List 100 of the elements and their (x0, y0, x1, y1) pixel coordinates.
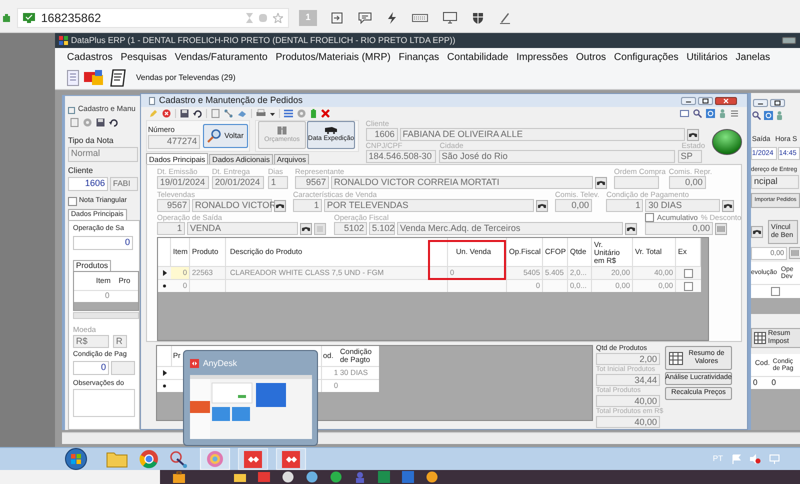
window-icon[interactable] (680, 109, 689, 118)
save-icon[interactable] (180, 109, 189, 118)
search-field[interactable] (0, 470, 160, 484)
address-field[interactable]: 168235862 (17, 8, 289, 28)
person-icon[interactable] (776, 110, 783, 120)
browser-icon[interactable] (138, 449, 160, 469)
refresh-icon[interactable] (706, 109, 715, 118)
switch-side-icon[interactable] (331, 12, 343, 24)
menu-icon[interactable] (730, 109, 739, 118)
minimize-button[interactable] (681, 96, 696, 104)
text-field[interactable]: 30 DIAS (645, 199, 720, 212)
menu-item[interactable]: Pesquisas (120, 50, 167, 65)
binoculars-icon[interactable] (751, 226, 763, 238)
circle-icon[interactable] (330, 471, 342, 483)
text-field[interactable]: 0,00 (555, 199, 592, 212)
text-field[interactable]: 184.546.508-30 (366, 150, 436, 163)
text-field[interactable]: 0 (73, 360, 109, 374)
menu-item[interactable]: Utilitários (686, 50, 728, 65)
close-button[interactable] (715, 96, 737, 104)
text-field[interactable]: R (113, 334, 127, 348)
colored-windows-icon[interactable] (84, 70, 104, 86)
folder-icon[interactable] (234, 472, 246, 482)
checkbox[interactable] (684, 282, 693, 290)
text-field[interactable]: VENDA (187, 222, 298, 235)
text-field[interactable]: 1 (157, 222, 185, 235)
document-icon[interactable] (70, 118, 79, 126)
maximize-button[interactable] (770, 98, 785, 106)
text-field[interactable]: ncipal (751, 174, 799, 188)
start-button[interactable] (64, 448, 88, 470)
text-field[interactable]: 34,44 (596, 374, 660, 386)
undo-icon[interactable] (109, 118, 118, 126)
text-field[interactable]: 9567 (295, 176, 329, 189)
text-field[interactable]: SP (678, 150, 702, 163)
people-icon[interactable] (354, 471, 366, 483)
text-field[interactable] (614, 176, 659, 189)
circle-icon[interactable] (306, 471, 318, 483)
text-field[interactable]: RONALDO VICTOR CORREIA MORTATI (331, 176, 593, 189)
close-icon[interactable] (321, 109, 330, 118)
pen-icon[interactable] (499, 12, 511, 24)
text-field[interactable]: 1606 (68, 177, 108, 191)
taskbar-button[interactable] (276, 448, 306, 470)
text-field[interactable]: 5.102 (369, 222, 395, 235)
minimize-button[interactable] (753, 98, 768, 106)
checkbox[interactable] (645, 213, 654, 222)
text-field[interactable]: Normal (68, 147, 138, 162)
binoculars-icon[interactable] (300, 222, 312, 234)
text-field[interactable]: 1 (268, 176, 288, 189)
text-field[interactable]: FABIANA DE OLIVEIRA ALLE (400, 128, 685, 141)
person-icon[interactable] (719, 109, 726, 118)
refresh-icon[interactable] (764, 110, 773, 120)
text-field[interactable]: FABI (110, 177, 138, 191)
text-field[interactable]: 477274 (148, 135, 200, 149)
menu-item[interactable]: Cadastros (67, 50, 113, 65)
plug-icon[interactable] (2, 14, 11, 22)
text-field[interactable]: 1 (293, 199, 322, 212)
menu-item[interactable]: Vendas/Faturamento (174, 50, 268, 65)
undo-icon[interactable] (193, 109, 202, 118)
text-field[interactable]: 0,00 (668, 176, 706, 189)
checkbox[interactable] (771, 286, 780, 296)
checkbox[interactable] (68, 196, 77, 206)
binoculars-icon[interactable] (274, 200, 286, 212)
checkbox[interactable] (684, 268, 693, 278)
text-field[interactable]: 2,00 (596, 353, 660, 365)
text-field[interactable]: POR TELEVENDAS (324, 199, 534, 212)
binoculars-icon[interactable] (536, 200, 548, 212)
speaker-muted-icon[interactable] (749, 454, 761, 464)
text-field[interactable]: 1606 (366, 128, 398, 141)
nodes-icon[interactable] (224, 109, 233, 118)
lightning-icon[interactable] (387, 12, 397, 24)
document-icon[interactable] (211, 109, 220, 118)
monitor-icon[interactable] (443, 12, 457, 24)
printer-icon[interactable] (256, 109, 266, 118)
checklist-icon[interactable] (109, 69, 127, 87)
save-icon[interactable] (96, 118, 105, 126)
menu-item[interactable]: Configurações (614, 50, 679, 65)
text-field[interactable]: São José do Rio (438, 150, 675, 163)
menu-item[interactable]: Impressões (516, 50, 568, 65)
shield-icon[interactable] (472, 12, 484, 24)
briefcase-icon[interactable] (172, 471, 186, 483)
text-field[interactable]: 0,00 (645, 222, 713, 235)
star-icon[interactable] (273, 13, 283, 23)
battery-icon[interactable] (310, 109, 317, 118)
cancel-icon[interactable] (162, 109, 171, 118)
text-field[interactable]: 40,00 (596, 416, 660, 428)
binoculars-icon[interactable] (625, 222, 637, 234)
binoculars-icon[interactable] (722, 200, 734, 212)
text-field[interactable] (111, 360, 135, 374)
search-icon[interactable] (752, 110, 761, 120)
tab[interactable]: Produtos (73, 260, 112, 270)
text-field[interactable]: R$ (73, 334, 109, 348)
taskbar-button[interactable] (238, 448, 268, 470)
binoculars-icon[interactable] (686, 128, 699, 140)
chat-icon[interactable] (358, 12, 372, 24)
text-field[interactable]: 0 (73, 236, 133, 250)
search-icon[interactable] (693, 109, 702, 118)
text-field[interactable]: 5102 (334, 222, 367, 235)
list-icon[interactable] (284, 109, 293, 118)
text-field[interactable]: 9567 (157, 199, 190, 212)
menu-item[interactable]: Finanças (398, 50, 440, 65)
text-field[interactable]: Venda Merc.Adq. de Terceiros (397, 222, 623, 235)
